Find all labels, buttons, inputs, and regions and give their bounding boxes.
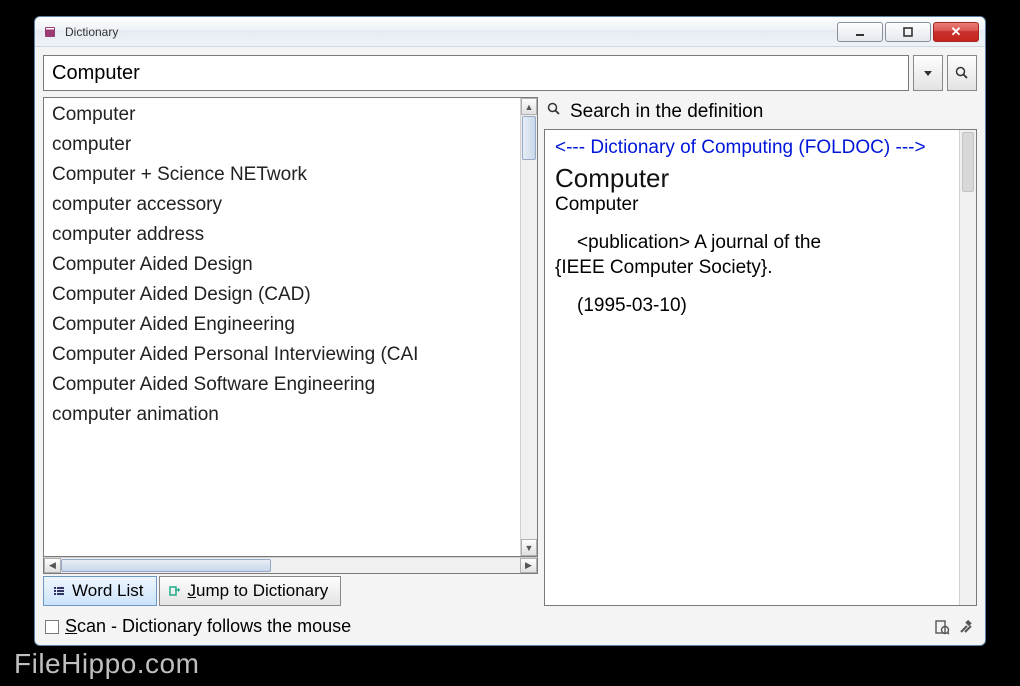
- list-item[interactable]: computer accessory: [48, 190, 516, 220]
- app-icon: [43, 24, 59, 40]
- minimize-button[interactable]: [837, 22, 883, 42]
- definition-area: <--- Dictionary of Computing (FOLDOC) --…: [544, 129, 977, 606]
- definition-content[interactable]: <--- Dictionary of Computing (FOLDOC) --…: [545, 130, 959, 605]
- title-bar[interactable]: Dictionary ✕: [35, 17, 985, 47]
- list-item[interactable]: Computer Aided Software Engineering: [48, 370, 516, 400]
- word-list-hscrollbar[interactable]: ◀ ▶: [43, 557, 538, 574]
- history-icon[interactable]: [933, 618, 951, 636]
- window-controls: ✕: [835, 22, 979, 42]
- close-button[interactable]: ✕: [933, 22, 979, 42]
- search-icon: [546, 101, 562, 123]
- client-area: Computer computer Computer + Science NET…: [35, 47, 985, 645]
- word-list-box: Computer computer Computer + Science NET…: [43, 97, 538, 557]
- left-panel: Computer computer Computer + Science NET…: [43, 97, 538, 606]
- tab-word-list[interactable]: Word List: [43, 576, 157, 606]
- scroll-down-icon[interactable]: ▼: [521, 539, 537, 556]
- search-input[interactable]: [43, 55, 909, 91]
- list-item[interactable]: computer animation: [48, 400, 516, 430]
- main-split: Computer computer Computer + Science NET…: [43, 97, 977, 606]
- list-item[interactable]: computer: [48, 130, 516, 160]
- scroll-right-icon[interactable]: ▶: [520, 558, 537, 573]
- scroll-thumb[interactable]: [962, 132, 974, 192]
- maximize-button[interactable]: [885, 22, 931, 42]
- search-in-def-label: Search in the definition: [570, 101, 763, 123]
- definition-body-line1: <publication> A journal of the: [577, 232, 821, 253]
- search-go-button[interactable]: [947, 55, 977, 91]
- scroll-up-icon[interactable]: ▲: [521, 98, 537, 115]
- definition-body-line2: {IEEE Computer Society}.: [555, 257, 773, 278]
- definition-date: (1995-03-10): [577, 295, 949, 317]
- scan-label[interactable]: Scan - Dictionary follows the mouse: [65, 616, 351, 637]
- definition-subterm: Computer: [555, 194, 949, 216]
- search-dropdown-button[interactable]: [913, 55, 943, 91]
- search-row: [43, 55, 977, 91]
- watermark: FileHippo.com: [14, 648, 199, 680]
- definition-term: Computer: [555, 163, 949, 194]
- definition-source: <--- Dictionary of Computing (FOLDOC) --…: [555, 136, 949, 161]
- scroll-left-icon[interactable]: ◀: [44, 558, 61, 573]
- status-bar: Scan - Dictionary follows the mouse: [43, 612, 977, 637]
- word-list[interactable]: Computer computer Computer + Science NET…: [44, 98, 520, 556]
- list-icon: [52, 585, 66, 597]
- scan-checkbox[interactable]: [45, 620, 59, 634]
- scroll-thumb[interactable]: [61, 559, 271, 572]
- list-item[interactable]: Computer Aided Design (CAD): [48, 280, 516, 310]
- jump-icon: [168, 585, 182, 597]
- tab-label: Jump to Dictionary: [188, 581, 329, 601]
- right-panel: Search in the definition <--- Dictionary…: [544, 97, 977, 606]
- scroll-thumb[interactable]: [522, 116, 536, 160]
- tab-label: Word List: [72, 581, 144, 601]
- window-title: Dictionary: [65, 25, 118, 39]
- definition-vscrollbar[interactable]: [959, 130, 976, 605]
- left-tabs: Word List Jump to Dictionary: [43, 576, 538, 606]
- search-in-definition[interactable]: Search in the definition: [544, 97, 977, 129]
- settings-icon[interactable]: [957, 618, 975, 636]
- list-item[interactable]: Computer + Science NETwork: [48, 160, 516, 190]
- list-item[interactable]: Computer Aided Design: [48, 250, 516, 280]
- tab-jump-to-dictionary[interactable]: Jump to Dictionary: [159, 576, 342, 606]
- app-window: Dictionary ✕: [34, 16, 986, 646]
- list-item[interactable]: Computer: [48, 100, 516, 130]
- list-item[interactable]: computer address: [48, 220, 516, 250]
- list-item[interactable]: Computer Aided Engineering: [48, 310, 516, 340]
- word-list-vscrollbar[interactable]: ▲ ▼: [520, 98, 537, 556]
- list-item[interactable]: Computer Aided Personal Interviewing (CA…: [48, 340, 516, 370]
